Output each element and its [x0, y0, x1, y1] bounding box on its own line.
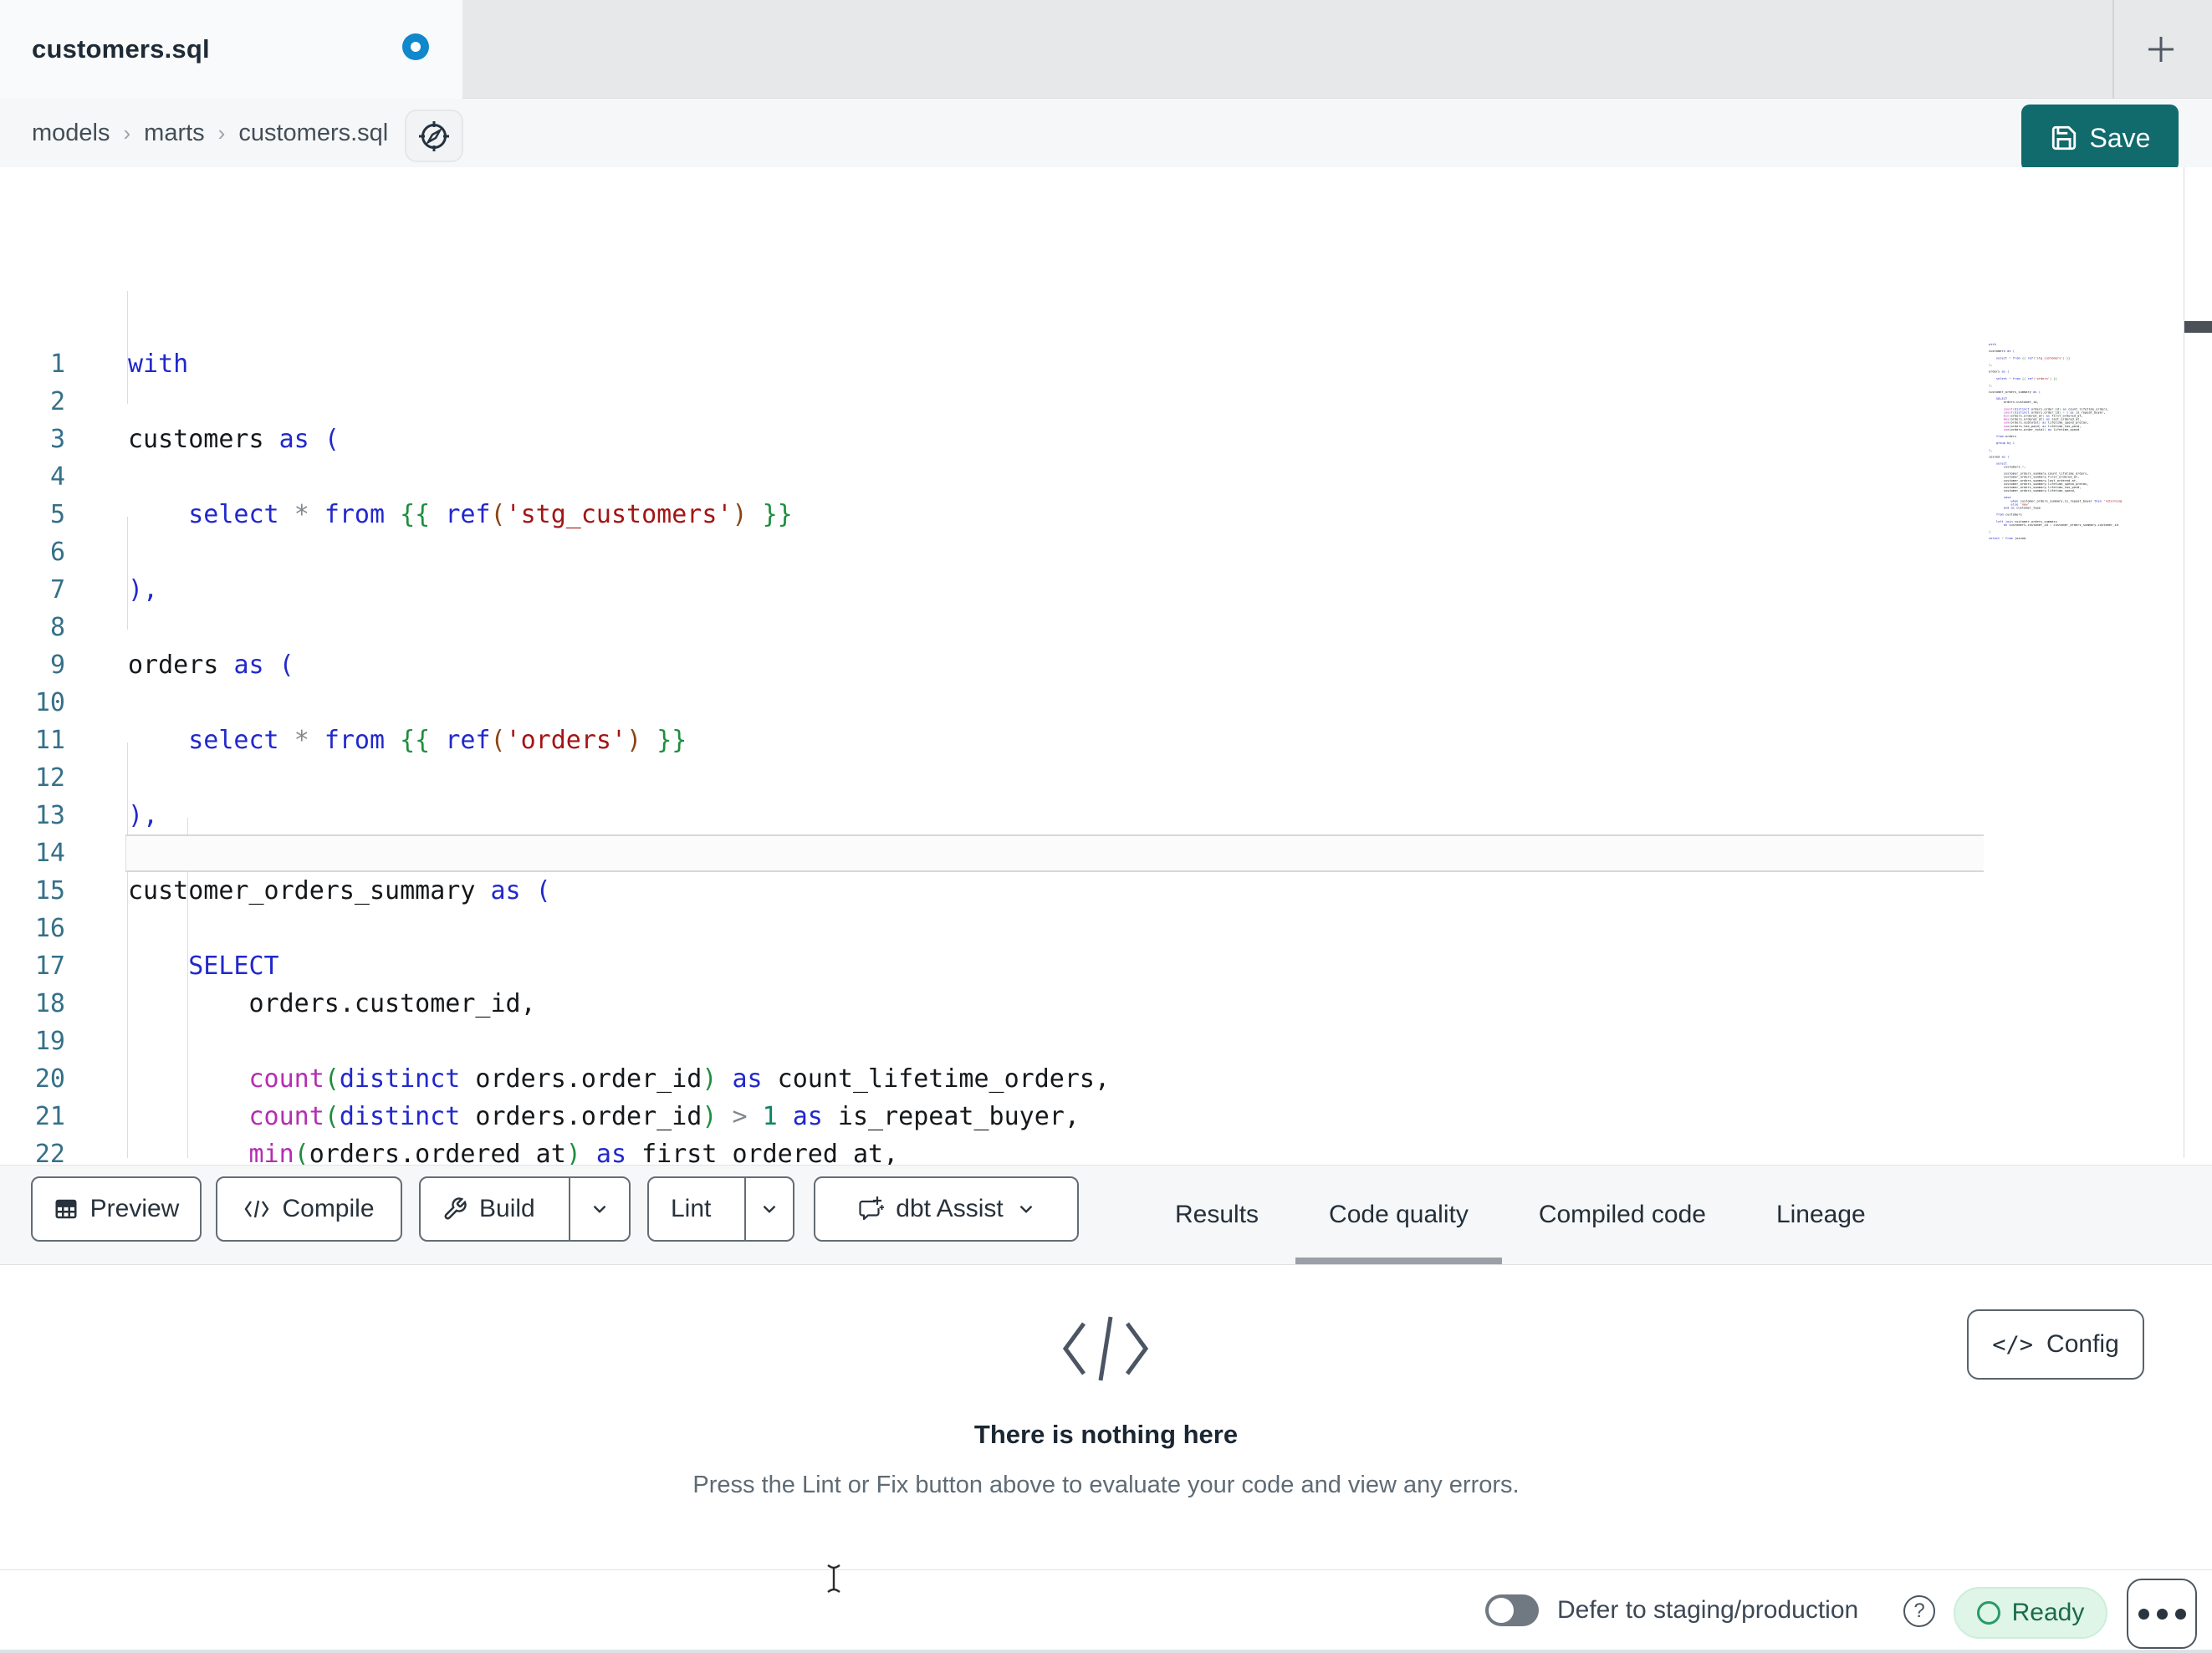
ellipsis-icon — [2156, 1608, 2168, 1620]
tab-lineage[interactable]: Lineage — [1776, 1166, 1866, 1264]
defer-toggle[interactable] — [1485, 1594, 1539, 1626]
build-dropdown-button[interactable] — [568, 1178, 629, 1240]
lint-split-button: Lint — [647, 1176, 794, 1242]
text-cursor-icon — [825, 1562, 843, 1595]
dbt-assist-label: dbt Assist — [896, 1195, 1004, 1222]
more-options-button[interactable] — [2127, 1579, 2197, 1649]
code-brackets-icon — [1055, 1309, 1156, 1389]
build-split-button: Build — [419, 1176, 631, 1242]
save-icon — [2051, 125, 2076, 151]
breadcrumb-separator: › — [123, 120, 131, 145]
empty-state-title: There is nothing here — [973, 1420, 1239, 1449]
compile-label: Compile — [282, 1195, 375, 1222]
chat-sparkle-icon — [859, 1196, 885, 1221]
chevron-down-icon — [763, 1205, 776, 1213]
breadcrumb-models[interactable]: models — [32, 120, 110, 147]
unsaved-changes-icon — [402, 33, 429, 60]
tab-code-quality[interactable]: Code quality — [1295, 1166, 1502, 1264]
window-bottom-edge — [0, 1650, 2212, 1653]
panel-tabs: Results Code quality Compiled code Linea… — [1175, 1166, 1866, 1264]
status-bar — [0, 1570, 2212, 1650]
status-ring-icon — [1976, 1601, 2000, 1625]
build-button[interactable]: Build — [421, 1178, 557, 1240]
empty-state-subtitle: Press the Lint or Fix button above to ev… — [692, 1472, 1520, 1498]
plus-icon — [2148, 37, 2174, 62]
minimap-content: with customers as ( select * from {{ ref(… — [1989, 343, 2123, 541]
defer-label: Defer to staging/production — [1557, 1595, 1859, 1624]
breadcrumb-file: customers.sql — [238, 119, 389, 146]
status-text: Ready — [2011, 1599, 2085, 1626]
code-brackets-icon: </> — [1992, 1331, 2034, 1358]
ellipsis-icon — [2174, 1608, 2186, 1620]
new-tab-button[interactable] — [2128, 16, 2194, 83]
tab-results[interactable]: Results — [1175, 1166, 1259, 1264]
status-badge: Ready — [1954, 1587, 2107, 1639]
compile-button[interactable]: Compile — [216, 1176, 402, 1242]
wrench-icon — [444, 1197, 467, 1220]
preview-button[interactable]: Preview — [31, 1176, 202, 1242]
compass-icon — [419, 120, 449, 151]
save-button-label: Save — [2089, 122, 2151, 153]
save-button[interactable]: Save — [2021, 105, 2179, 171]
config-label: Config — [2046, 1330, 2119, 1358]
code-editor[interactable]: 1234567891011121314151617181920212223242… — [0, 167, 2212, 1319]
preview-label: Preview — [89, 1195, 180, 1222]
breadcrumb-separator: › — [217, 120, 226, 145]
tab-bar-divider — [2112, 0, 2114, 99]
lint-label: Lint — [671, 1195, 712, 1222]
breadcrumb: models › marts › customers.sql — [32, 99, 388, 167]
lint-button[interactable]: Lint — [649, 1178, 733, 1240]
lint-dropdown-button[interactable] — [744, 1178, 793, 1240]
tab-customers-sql[interactable]: customers.sql — [0, 0, 462, 99]
dbt-assist-button[interactable]: dbt Assist — [814, 1176, 1079, 1242]
ellipsis-icon — [2138, 1608, 2149, 1620]
table-grid-icon — [55, 1199, 77, 1219]
breadcrumb-marts[interactable]: marts — [144, 120, 205, 147]
config-button[interactable]: </> Config — [1967, 1309, 2144, 1380]
tab-title: customers.sql — [32, 34, 210, 64]
chevron-down-icon — [1019, 1205, 1033, 1213]
code-brackets-icon — [245, 1200, 269, 1218]
scrollbar-cursor-marker[interactable] — [2184, 321, 2212, 333]
minimap[interactable]: with customers as ( select * from {{ ref(… — [1989, 343, 2123, 548]
help-icon[interactable]: ? — [1903, 1595, 1935, 1627]
tab-compiled-code[interactable]: Compiled code — [1539, 1166, 1706, 1264]
chevron-down-icon — [593, 1205, 606, 1213]
file-navigate-button[interactable] — [405, 110, 463, 162]
build-label: Build — [479, 1195, 535, 1222]
tab-bar: customers.sql — [0, 0, 2212, 99]
